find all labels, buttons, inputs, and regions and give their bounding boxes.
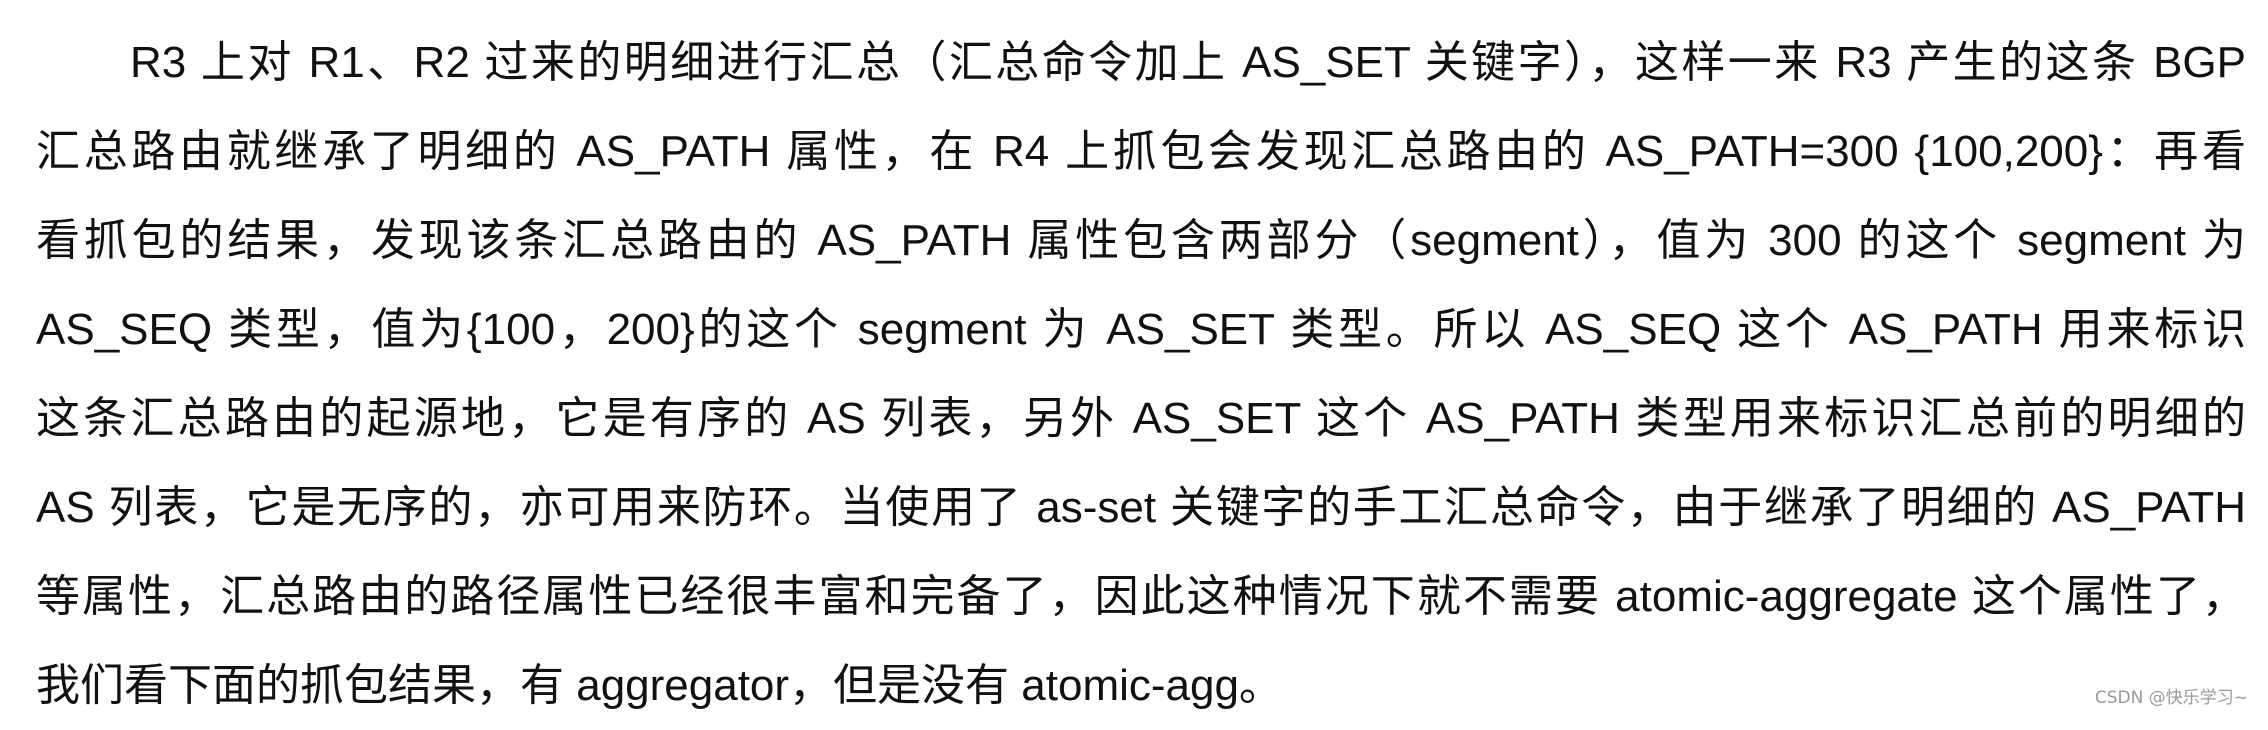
paragraph-line: AS 列表，它是无序的，亦可用来防环。当使用了 as-set 关键字的手工汇总命… [36, 483, 2246, 532]
paragraph-line: 我们看下面的抓包结果，有 aggregator，但是没有 atomic-agg。 [36, 661, 1283, 710]
paragraph-line: R3 上对 R1、R2 过来的明细进行汇总（汇总命令加上 AS_SET 关键字）… [130, 38, 2246, 87]
paragraph-line: 汇总路由就继承了明细的 AS_PATH 属性，在 R4 上抓包会发现汇总路由的 … [36, 127, 2246, 176]
paragraph-line: 等属性，汇总路由的路径属性已经很丰富和完备了，因此这种情况下就不需要 atomi… [36, 572, 2246, 621]
body-paragraph: R3 上对 R1、R2 过来的明细进行汇总（汇总命令加上 AS_SET 关键字）… [36, 18, 2246, 730]
document-page: R3 上对 R1、R2 过来的明细进行汇总（汇总命令加上 AS_SET 关键字）… [0, 0, 2268, 718]
watermark-text: CSDN @快乐学习~ [2094, 688, 2248, 708]
paragraph-line: 看抓包的结果，发现该条汇总路由的 AS_PATH 属性包含两部分（segment… [36, 216, 2246, 265]
paragraph-line: 这条汇总路由的起源地，它是有序的 AS 列表，另外 AS_SET 这个 AS_P… [36, 394, 2246, 443]
paragraph-line: AS_SEQ 类型，值为{100，200}的这个 segment 为 AS_SE… [36, 305, 2246, 354]
